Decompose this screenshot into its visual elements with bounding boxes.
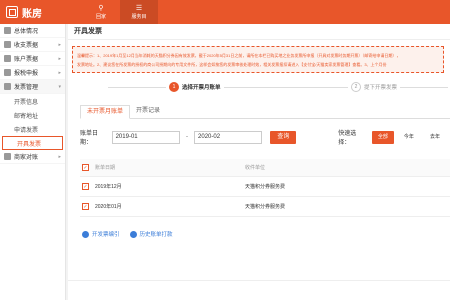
notice-line: 温馨提示：1、2019年1月至12月当年消耗的天猫积分券因有效发票，截于2020… [77, 53, 401, 58]
step-2: 2 提下开票发票 [348, 82, 401, 92]
sidebar: 总体情况 收支票据 ▸ 账户票据 ▸ 报税申报 ▸ 发票管理 ▾ 开票信息 邮寄… [0, 24, 66, 300]
step-indicator: 1 选择开票月账单 2 提下开票发票 [68, 81, 450, 105]
chevron-right-icon: ▸ [58, 55, 61, 62]
tax-icon [4, 69, 11, 76]
topnav-label: 服务目 [131, 13, 147, 20]
notice-box: 温馨提示：1、2019年1月至12月当年消耗的天猫积分券因有效发票，截于2020… [72, 46, 444, 73]
sidebar-item-label: 商家对账 [14, 155, 39, 161]
chevron-right-icon: ▸ [58, 69, 61, 76]
topnav-home[interactable]: ⚲ 回家 [82, 0, 120, 24]
sidebar-item-label: 总体情况 [14, 29, 39, 35]
app-logo[interactable]: 账房 [6, 5, 62, 20]
action-label: 开发票编引 [92, 232, 120, 238]
sidebar-item-merchant[interactable]: 商家对账 ▸ [0, 150, 65, 164]
sidebar-item-receipts[interactable]: 收支票据 ▸ [0, 38, 65, 52]
select-all-checkbox[interactable]: ✓ [82, 164, 89, 171]
account-icon [4, 55, 11, 62]
topnav-label: 回家 [95, 13, 106, 20]
logo-text: 账房 [22, 8, 42, 20]
sidebar-subitem-issue-invoice[interactable]: 开具发票 [2, 136, 63, 150]
quick-last-year-button[interactable]: 去年 [424, 131, 446, 144]
sidebar-subitem-mail-address[interactable]: 邮寄地址 [0, 108, 65, 122]
query-button[interactable]: 查询 [270, 130, 297, 144]
step-1: 1 选择开票月账单 [166, 82, 224, 92]
footer-divider [68, 280, 450, 281]
quick-select-label: 快速选择： [338, 131, 357, 146]
cell-unit: 天猫积分券服务费 [245, 204, 286, 210]
top-nav: ⚲ 回家 ☰ 服务目 [82, 0, 158, 24]
filter-label: 账单日期： [80, 131, 99, 146]
sidebar-item-label: 发票管理 [14, 85, 39, 91]
person-icon: ⚲ [98, 4, 104, 12]
sidebar-subitem-apply-invoice[interactable]: 申请发票 [0, 122, 65, 136]
step-number: 1 [169, 82, 179, 92]
plus-circle-icon [82, 230, 89, 238]
invoice-icon [4, 83, 11, 90]
sidebar-item-tax[interactable]: 报税申报 ▸ [0, 66, 65, 80]
table-row: ✓ 2019年12月 天猫积分券服务费 [80, 177, 450, 197]
sidebar-item-label: 账户票据 [14, 57, 39, 63]
cell-date: 2019年12月 [95, 184, 122, 190]
sidebar-item-overview[interactable]: 总体情况 [0, 24, 65, 38]
chevron-right-icon: ▸ [58, 153, 61, 160]
tab-bar: 未开票月账单 开票记录 [80, 105, 450, 119]
sidebar-item-label: 报税申报 [14, 71, 39, 77]
page-title: 开具发票 [68, 24, 450, 40]
sidebar-item-invoice[interactable]: 发票管理 ▾ [0, 80, 65, 94]
table-row: ✓ 2020年01月 天猫积分券服务费 [80, 197, 450, 217]
action-label: 历史账单打款 [139, 232, 173, 238]
cell-unit: 天猫积分券服务费 [245, 184, 286, 190]
filter-bar: 账单日期： 2019-01 - 2020-02 查询 快速选择： 全部 今年 去… [80, 129, 450, 146]
sidebar-item-label: 收支票据 [14, 43, 39, 49]
list-icon: ☰ [135, 4, 143, 12]
history-icon [129, 230, 137, 238]
home-icon [4, 27, 11, 34]
history-bill-link[interactable]: 历史账单打款 [129, 230, 173, 238]
invoice-guide-link[interactable]: 开发票编引 [82, 230, 120, 238]
table-header-row: ✓ 账单日期 收件单位 [80, 159, 450, 177]
top-bar: 账房 ⚲ 回家 ☰ 服务目 [0, 0, 450, 24]
sidebar-item-accounts[interactable]: 账户票据 ▸ [0, 52, 65, 66]
chevron-right-icon: ▸ [58, 41, 61, 48]
step-number: 2 [351, 82, 361, 92]
step-label: 选择开票月账单 [182, 85, 221, 91]
sidebar-subitem-invoice-info[interactable]: 开票信息 [0, 94, 65, 108]
quick-all-button[interactable]: 全部 [371, 130, 394, 144]
date-to-input[interactable]: 2020-02 [194, 130, 263, 144]
bill-table: ✓ 账单日期 收件单位 ✓ 2019年12月 天猫积分券服务费 ✓ 2020年0… [80, 159, 450, 217]
action-bar: 开发票编引 历史账单打款 [82, 227, 450, 241]
row-checkbox[interactable]: ✓ [82, 203, 89, 210]
row-checkbox[interactable]: ✓ [82, 183, 89, 190]
topnav-services[interactable]: ☰ 服务目 [120, 0, 158, 24]
tab-invoice-records[interactable]: 开票记录 [130, 105, 166, 119]
tab-unbilled[interactable]: 未开票月账单 [80, 105, 131, 119]
shop-icon [4, 153, 11, 160]
receipt-icon [4, 41, 11, 48]
cell-date: 2020年01月 [95, 204, 122, 210]
date-from-input[interactable]: 2019-01 [111, 130, 181, 144]
main-content: 开具发票 温馨提示：1、2019年1月至12月当年消耗的天猫积分券因有效发票，截… [68, 24, 450, 300]
column-header-unit: 收件单位 [245, 165, 266, 171]
date-separator: - [186, 134, 189, 140]
logo-icon [6, 6, 18, 18]
chevron-down-icon: ▾ [58, 83, 61, 90]
quick-this-year-button[interactable]: 今年 [398, 131, 420, 144]
step-label: 提下开票发票 [364, 85, 398, 91]
notice-line: 发票地址。2、建议您在所发票的授权的商公司授期向的专用文件所，这样会如按您的发票… [77, 62, 387, 67]
column-header-date: 账单日期 [95, 165, 116, 171]
